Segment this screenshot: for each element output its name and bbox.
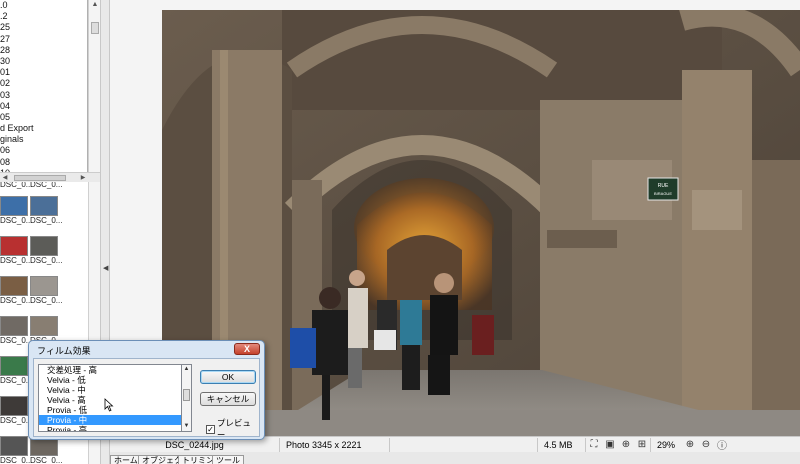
thumbnail-image[interactable]: [0, 276, 28, 296]
folder-item[interactable]: 06: [0, 145, 87, 156]
ribbon-tabs: ホーム オブジェクト トリミング ツール: [110, 452, 800, 464]
thumbnail-label: DSC_0...: [0, 296, 33, 305]
actual-size-icon[interactable]: ▣: [603, 438, 617, 452]
folder-item[interactable]: 02: [0, 78, 87, 89]
zoom-fit-icon[interactable]: ⊕: [619, 438, 633, 452]
thumbnail-image[interactable]: [30, 236, 58, 256]
thumbnail-item[interactable]: DSC_0...: [0, 356, 33, 386]
thumbnail-item[interactable]: DSC_0...: [0, 196, 33, 226]
thumbnail-label: DSC_0...: [0, 182, 33, 189]
thumbnail-item[interactable]: DSC_0...: [0, 276, 33, 306]
thumbnail-image[interactable]: [0, 236, 28, 256]
folder-tree[interactable]: .0.2 25 27 28 30 01 02 03 04 05 d Export ginals 06 08…: [0, 0, 88, 172]
thumbnail-image[interactable]: [0, 436, 28, 456]
thumbnail-item[interactable]: DSC_0...: [30, 276, 63, 306]
checkbox-check-icon[interactable]: ✓: [206, 424, 215, 434]
folder-item[interactable]: 03: [0, 90, 87, 101]
status-filesize: 4.5 MB: [538, 437, 586, 452]
effect-list-scrollbar[interactable]: ▲ ▼: [182, 364, 192, 432]
scroll-down-icon[interactable]: ▼: [182, 422, 191, 431]
scrollbar-thumb[interactable]: [91, 22, 99, 34]
tab-tools[interactable]: ツール: [212, 455, 244, 464]
zoom-window-icon[interactable]: ⊞: [635, 438, 649, 452]
thumbnail-image[interactable]: [30, 276, 58, 296]
dialog-body: 交差処理 - 高 Velvia - 低 Velvia - 中 Velvia - 高 Pr…: [33, 358, 260, 440]
effect-list-item[interactable]: Velvia - 中: [39, 385, 181, 395]
thumbnail-image[interactable]: [30, 196, 58, 216]
thumbnail-image[interactable]: [0, 396, 28, 416]
thumbnail-item[interactable]: DSC_0...: [0, 316, 33, 346]
folder-horizontal-scrollbar[interactable]: ◀ ▶: [0, 172, 100, 182]
street-sign-line2: BIRAGUE: [654, 191, 672, 196]
effect-list-item[interactable]: Provia - 中: [39, 415, 181, 425]
folder-item[interactable]: 04: [0, 101, 87, 112]
thumbnail-label: DSC_0...: [30, 296, 63, 305]
thumbnail-image[interactable]: [0, 356, 28, 376]
status-dimensions: Photo 3345 x 2221: [280, 437, 390, 452]
scrollbar-thumb[interactable]: [183, 389, 190, 401]
folder-item[interactable]: 30: [0, 56, 87, 67]
effect-list-item[interactable]: Velvia - 低: [39, 375, 181, 385]
cancel-button[interactable]: キャンセル: [200, 392, 256, 406]
folder-item[interactable]: 05: [0, 112, 87, 123]
thumbnail-label: DSC_0...: [30, 216, 63, 225]
thumbnail-label: DSC_0...: [0, 416, 33, 425]
zoom-level: 29%: [650, 437, 682, 452]
thumbnail-label: DSC_0...: [30, 456, 63, 464]
thumbnail-item[interactable]: DSC_0...: [30, 196, 63, 226]
thumbnail-label: DSC_0...: [0, 256, 33, 265]
close-button[interactable]: X: [234, 343, 260, 355]
scroll-up-icon[interactable]: ▲: [182, 365, 191, 374]
collapse-arrow-icon[interactable]: ◀: [103, 262, 108, 276]
thumbnail-label: DSC_0...: [0, 336, 33, 345]
folder-tree-scrollbar[interactable]: ▲: [88, 0, 100, 172]
dialog-title: フィルム効果: [37, 346, 91, 356]
info-icon[interactable]: ⓘ: [715, 438, 729, 452]
folder-item[interactable]: .0: [0, 0, 87, 11]
status-spacer: [390, 437, 538, 452]
street-sign-line1: RUE: [658, 183, 669, 189]
folder-item[interactable]: .2: [0, 11, 87, 22]
thumbnail-item[interactable]: DSC_0...: [0, 236, 33, 266]
thumbnail-item[interactable]: DSC_0...: [30, 436, 63, 464]
preview-label: プレビュー: [216, 418, 251, 440]
effect-list-item[interactable]: Provia - 高: [39, 425, 181, 431]
folder-item[interactable]: ginals: [0, 134, 87, 145]
thumbnail-item[interactable]: DSC_0...: [0, 436, 33, 464]
folder-item[interactable]: 01: [0, 67, 87, 78]
preview-checkbox[interactable]: ✓ プレビュー: [206, 417, 259, 441]
thumbnail-label: DSC_0...: [0, 456, 33, 464]
thumbnail-image[interactable]: [0, 316, 28, 336]
image-viewer-app: .0.2 25 27 28 30 01 02 03 04 05 d Export ginals 06 08…: [0, 0, 800, 464]
fit-screen-icon[interactable]: ⛶: [587, 438, 601, 452]
ok-button[interactable]: OK: [200, 370, 256, 384]
thumbnail-label: DSC_0...: [30, 182, 63, 189]
thumbnail-item[interactable]: DSC_0...: [30, 236, 63, 266]
folder-item[interactable]: 28: [0, 45, 87, 56]
tab-home[interactable]: ホーム: [110, 455, 142, 464]
effect-list-item[interactable]: 交差処理 - 高: [39, 365, 181, 375]
mouse-cursor-icon: [104, 398, 114, 412]
scrollbar-thumb[interactable]: [14, 175, 66, 181]
thumbnail-image[interactable]: [30, 316, 58, 336]
zoom-out-icon[interactable]: ⊖: [699, 438, 713, 452]
thumbnail-label: DSC_0...: [0, 216, 33, 225]
film-effect-dialog: フィルム効果 X 交差処理 - 高 Velvia - 低 Velvia - 中 Vel…: [28, 340, 265, 440]
thumbnail-image[interactable]: [0, 196, 28, 216]
thumbnail-item[interactable]: DSC_0...: [0, 396, 33, 426]
folder-item[interactable]: 27: [0, 34, 87, 45]
folder-item[interactable]: d Export: [0, 123, 87, 134]
folder-item[interactable]: 08: [0, 157, 87, 168]
zoom-in-icon[interactable]: ⊕: [683, 438, 697, 452]
thumbnail-label: DSC_0...: [0, 376, 33, 385]
folder-item[interactable]: 25: [0, 22, 87, 33]
thumbnail-label: DSC_0...: [30, 256, 63, 265]
